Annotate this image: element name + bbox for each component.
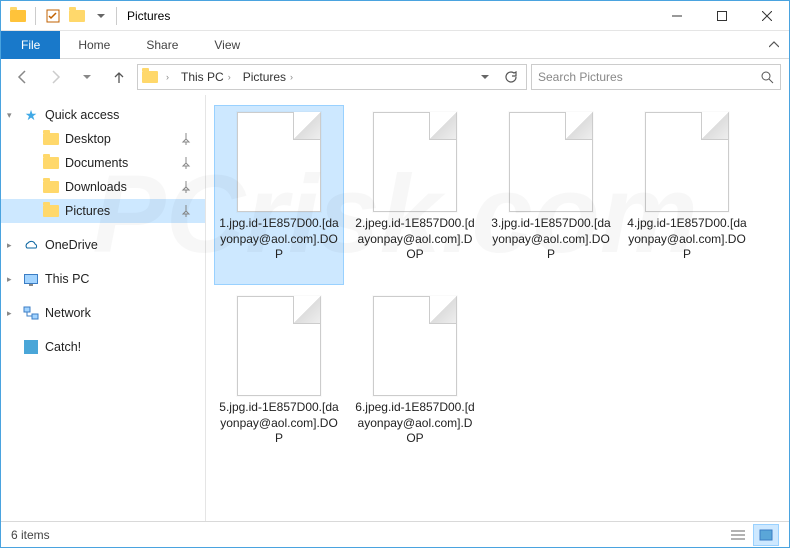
chevron-right-icon[interactable]: ▸ [7,308,17,319]
view-largeicons-button[interactable] [753,524,779,546]
maximize-button[interactable] [699,1,744,30]
forward-button[interactable] [41,63,69,91]
sidebar-item-label: Quick access [45,108,119,122]
sidebar: ▾ ★ Quick access Desktop Documents Downloa… [1,95,206,521]
refresh-button[interactable] [500,65,522,89]
cloud-icon [23,237,39,253]
pin-icon [181,133,195,145]
address-bar[interactable]: › This PC› Pictures› [137,64,527,90]
sidebar-item-pictures[interactable]: Pictures [1,199,205,223]
file-item[interactable]: 6.jpeg.id-1E857D00.[dayonpay@aol.com].DO… [350,289,480,469]
sidebar-item-desktop[interactable]: Desktop [1,127,205,151]
explorer-icon[interactable] [7,5,29,27]
sidebar-item-label: Downloads [65,180,127,194]
folder-icon [43,179,59,195]
file-item[interactable]: 2.jpeg.id-1E857D00.[dayonpay@aol.com].DO… [350,105,480,285]
chevron-right-icon[interactable]: ▸ [7,240,17,251]
view-details-button[interactable] [725,524,751,546]
ribbon-expand-icon[interactable] [759,31,789,59]
sidebar-item-documents[interactable]: Documents [1,151,205,175]
sidebar-item-label: Pictures [65,204,110,218]
file-label: 2.jpeg.id-1E857D00.[dayonpay@aol.com].DO… [355,216,475,263]
folder-icon [43,155,59,171]
divider [116,7,117,25]
titlebar: Pictures [1,1,789,31]
status-bar: 6 items [1,521,789,547]
file-label: 5.jpg.id-1E857D00.[dayonpay@aol.com].DOP [219,400,339,447]
qat-newfolder-icon[interactable] [66,5,88,27]
sidebar-thispc[interactable]: ▸ This PC [1,267,205,291]
qat-properties-icon[interactable] [42,5,64,27]
file-label: 3.jpg.id-1E857D00.[dayonpay@aol.com].DOP [491,216,611,263]
tab-view[interactable]: View [196,31,258,59]
app-icon [23,339,39,355]
file-icon [237,296,321,396]
pin-icon [181,181,195,193]
chevron-down-icon[interactable]: ▾ [7,110,17,121]
file-grid[interactable]: 1.jpg.id-1E857D00.[dayonpay@aol.com].DOP… [206,95,789,521]
file-icon [373,112,457,212]
file-icon [373,296,457,396]
window-title: Pictures [127,9,170,23]
folder-icon [142,71,158,83]
sidebar-item-label: This PC [45,272,89,286]
file-label: 4.jpg.id-1E857D00.[dayonpay@aol.com].DOP [627,216,747,263]
recent-dropdown-icon[interactable] [73,63,101,91]
close-button[interactable] [744,1,789,30]
folder-icon [43,131,59,147]
address-dropdown-icon[interactable] [474,65,496,89]
sidebar-item-label: Catch! [45,340,81,354]
star-icon: ★ [23,107,39,123]
file-tab[interactable]: File [1,31,60,59]
sidebar-onedrive[interactable]: ▸ OneDrive [1,233,205,257]
breadcrumb-current[interactable]: Pictures› [239,70,297,84]
monitor-icon [23,271,39,287]
tab-share[interactable]: Share [128,31,196,59]
file-icon [509,112,593,212]
breadcrumb-label: Pictures [243,70,286,84]
sidebar-quick-access[interactable]: ▾ ★ Quick access [1,103,205,127]
pin-icon [181,157,195,169]
file-item[interactable]: 5.jpg.id-1E857D00.[dayonpay@aol.com].DOP [214,289,344,469]
minimize-button[interactable] [654,1,699,30]
breadcrumb-label: This PC [181,70,224,84]
sidebar-item-downloads[interactable]: Downloads [1,175,205,199]
back-button[interactable] [9,63,37,91]
file-label: 6.jpeg.id-1E857D00.[dayonpay@aol.com].DO… [355,400,475,447]
breadcrumb-chevron[interactable]: › [162,72,173,82]
sidebar-item-label: Documents [65,156,128,170]
folder-icon [43,203,59,219]
up-button[interactable] [105,63,133,91]
file-item[interactable]: 4.jpg.id-1E857D00.[dayonpay@aol.com].DOP [622,105,752,285]
qat-dropdown-icon[interactable] [90,5,112,27]
file-item[interactable]: 1.jpg.id-1E857D00.[dayonpay@aol.com].DOP [214,105,344,285]
network-icon [23,305,39,321]
breadcrumb-thispc[interactable]: This PC› [177,70,235,84]
address-row: › This PC› Pictures› Search Pictures [1,59,789,95]
sidebar-item-label: Desktop [65,132,111,146]
pin-icon [181,205,195,217]
ribbon: File Home Share View [1,31,789,59]
tab-home[interactable]: Home [60,31,128,59]
sidebar-item-label: OneDrive [45,238,98,252]
divider [35,7,36,25]
search-icon[interactable] [760,70,774,84]
chevron-right-icon[interactable]: ▸ [7,274,17,285]
file-icon [237,112,321,212]
status-count: 6 items [11,528,50,542]
search-input[interactable]: Search Pictures [531,64,781,90]
sidebar-item-label: Network [45,306,91,320]
file-icon [645,112,729,212]
search-placeholder: Search Pictures [538,70,623,84]
sidebar-catch[interactable]: Catch! [1,335,205,359]
sidebar-network[interactable]: ▸ Network [1,301,205,325]
file-item[interactable]: 3.jpg.id-1E857D00.[dayonpay@aol.com].DOP [486,105,616,285]
file-label: 1.jpg.id-1E857D00.[dayonpay@aol.com].DOP [219,216,339,263]
